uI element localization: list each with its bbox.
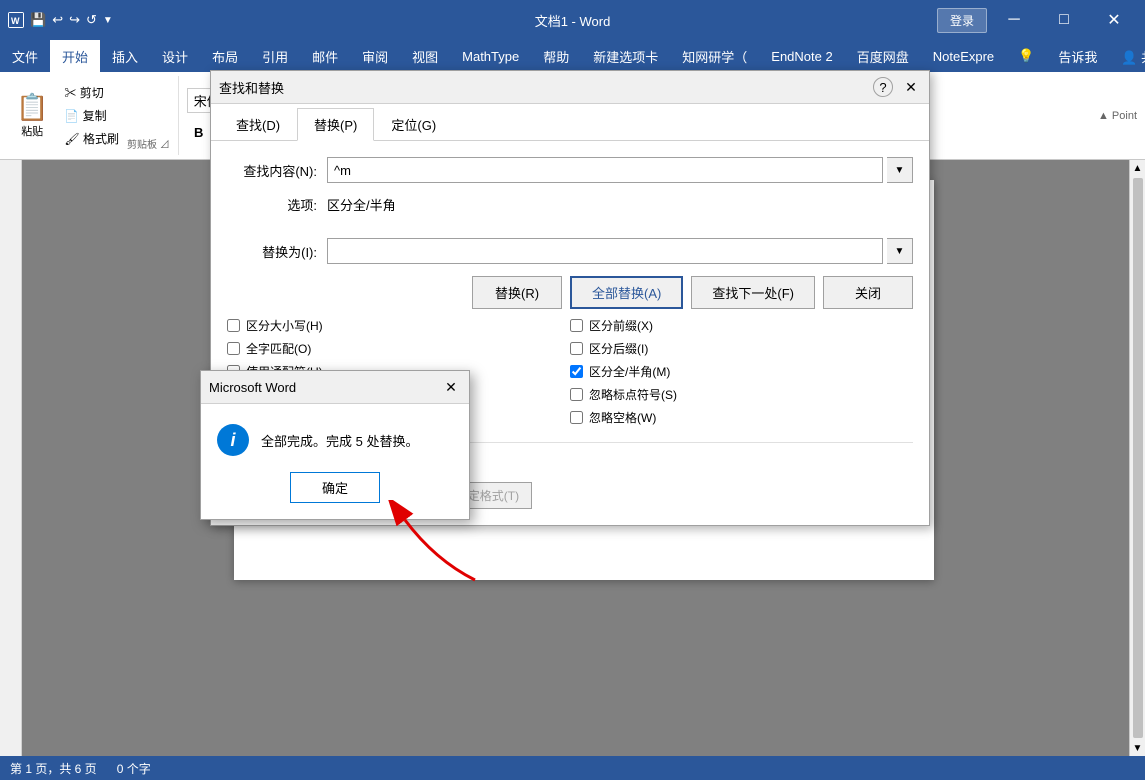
dialog-close-button[interactable]: ✕ [901,77,921,97]
replace-dropdown-button[interactable]: ▼ [887,238,913,264]
ms-dialog-content: i 全部完成。完成 5 处替换。 [217,424,418,456]
checkbox-ignspace-label: 忽略空格(W) [589,409,656,426]
ms-dialog-close-button[interactable]: ✕ [441,377,461,397]
checkbox-ignpunct-row: 忽略标点符号(S) [570,386,913,403]
checkbox-suffix[interactable] [570,342,583,355]
tab-find[interactable]: 查找(D) [219,108,297,140]
ms-dialog-title-bar: Microsoft Word ✕ [201,371,469,404]
checkbox-case-label: 区分大小写(H) [246,317,323,334]
replace-label: 替换为(I): [227,242,327,261]
close-dialog-button[interactable]: 关闭 [823,276,913,309]
checkbox-ignpunct[interactable] [570,388,583,401]
find-input-wrap: ▼ [327,157,913,183]
replace-input[interactable] [327,238,883,264]
options-row: 选项: 区分全/半角 [227,195,913,214]
replace-all-button[interactable]: 全部替换(A) [570,276,683,309]
info-icon: i [217,424,249,456]
checkbox-prefix[interactable] [570,319,583,332]
checkbox-whole[interactable] [227,342,240,355]
options-label: 选项: [227,195,327,214]
find-next-button[interactable]: 查找下一处(F) [691,276,815,309]
checkbox-case-row: 区分大小写(H) [227,317,570,334]
dialog-title-bar: 查找和替换 ? ✕ [211,71,929,104]
replace-input-wrap: ▼ [327,238,913,264]
ms-dialog-title: Microsoft Word [209,380,296,395]
checkbox-prefix-row: 区分前缀(X) [570,317,913,334]
dialog-tabs: 查找(D) 替换(P) 定位(G) [211,104,929,141]
checkboxes-right-col: 区分前缀(X) 区分后缀(I) 区分全/半角(M) 忽略标点符号(S) [570,317,913,426]
find-input[interactable] [327,157,883,183]
checkbox-whole-row: 全字匹配(O) [227,340,570,357]
dialog-help-button[interactable]: ? [873,77,893,97]
replace-one-button[interactable]: 替换(R) [472,276,562,309]
checkbox-suffix-label: 区分后缀(I) [589,340,648,357]
find-label: 查找内容(N): [227,161,327,180]
tab-goto[interactable]: 定位(G) [374,108,453,140]
checkbox-prefix-label: 区分前缀(X) [589,317,653,334]
ms-dialog-message: 全部完成。完成 5 处替换。 [261,431,418,450]
options-value: 区分全/半角 [327,195,396,214]
dialog-title-text: 查找和替换 [219,78,284,97]
find-field-row: 查找内容(N): ▼ [227,157,913,183]
checkbox-fullhalf-label: 区分全/半角(M) [589,363,670,380]
dialog-overlay: 查找和替换 ? ✕ 查找(D) 替换(P) 定位(G) 查找内容(N): ▼ [0,0,1145,780]
ms-dialog-ok-button[interactable]: 确定 [290,472,380,503]
checkbox-fullhalf-row: 区分全/半角(M) [570,363,913,380]
checkbox-ignspace-row: 忽略空格(W) [570,409,913,426]
checkbox-ignspace[interactable] [570,411,583,424]
tab-replace[interactable]: 替换(P) [297,108,374,141]
checkbox-case[interactable] [227,319,240,332]
ms-word-dialog: Microsoft Word ✕ i 全部完成。完成 5 处替换。 确定 [200,370,470,520]
action-buttons: 替换(R) 全部替换(A) 查找下一处(F) 关闭 [227,276,913,309]
checkbox-fullhalf[interactable] [570,365,583,378]
checkbox-suffix-row: 区分后缀(I) [570,340,913,357]
checkbox-ignpunct-label: 忽略标点符号(S) [589,386,677,403]
ms-dialog-body: i 全部完成。完成 5 处替换。 确定 [201,404,469,519]
replace-field-row: 替换为(I): ▼ [227,238,913,264]
find-dropdown-button[interactable]: ▼ [887,157,913,183]
checkbox-whole-label: 全字匹配(O) [246,340,311,357]
